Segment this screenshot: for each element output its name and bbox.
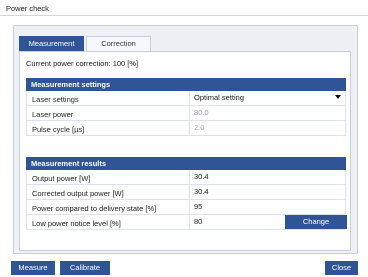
corrected-output-power-row: Corrected output power [W] 30.4 (26, 185, 346, 200)
laser-power-field: 80.0 (189, 106, 347, 120)
pulse-cycle-label: Pulse cycle [µs] (32, 125, 85, 134)
current-power-correction: Current power correction: 100 [%] (26, 59, 139, 68)
title-bar: Power check (0, 0, 368, 16)
dropdown-arrow-icon (335, 95, 341, 99)
low-power-notice-value: 80 (189, 215, 285, 229)
change-button[interactable]: Change (285, 215, 347, 229)
pulse-cycle-row: Pulse cycle [µs] 2.0 (26, 121, 346, 136)
measure-button[interactable]: Measure (11, 261, 55, 275)
power-compared-row: Power compared to delivery state [%] 95 (26, 200, 346, 215)
corrected-output-power-label: Corrected output power [W] (32, 189, 124, 198)
laser-settings-label: Laser settings (32, 95, 79, 104)
power-compared-label: Power compared to delivery state [%] (32, 204, 157, 213)
output-power-label: Output power [W] (32, 174, 91, 183)
measurement-tab-content: Current power correction: 100 [%] Measur… (19, 51, 351, 251)
output-power-row: Output power [W] 30.4 (26, 170, 346, 185)
measurement-results-header: Measurement results (26, 157, 346, 170)
close-button[interactable]: Close (325, 261, 358, 275)
calibrate-button[interactable]: Calibrate (60, 261, 110, 275)
measurement-settings-header: Measurement settings (26, 78, 346, 91)
laser-power-row: Laser power 80.0 (26, 106, 346, 121)
laser-settings-row: Laser settings Optimal setting (26, 91, 346, 106)
tab-correction[interactable]: Correction (86, 36, 151, 51)
power-compared-value: 95 (189, 200, 347, 214)
tab-measurement[interactable]: Measurement (19, 36, 84, 51)
pulse-cycle-field: 2.0 (189, 121, 347, 135)
low-power-notice-row: Low power notice level [%] 80 Change (26, 215, 347, 230)
corrected-output-power-value: 30.4 (189, 185, 347, 199)
window-title: Power check (6, 4, 49, 13)
output-power-value: 30.4 (189, 170, 347, 184)
low-power-notice-label: Low power notice level [%] (32, 219, 121, 228)
laser-settings-value: Optimal setting (194, 93, 245, 102)
laser-settings-dropdown[interactable]: Optimal setting (189, 91, 347, 105)
laser-power-label: Laser power (32, 110, 74, 119)
